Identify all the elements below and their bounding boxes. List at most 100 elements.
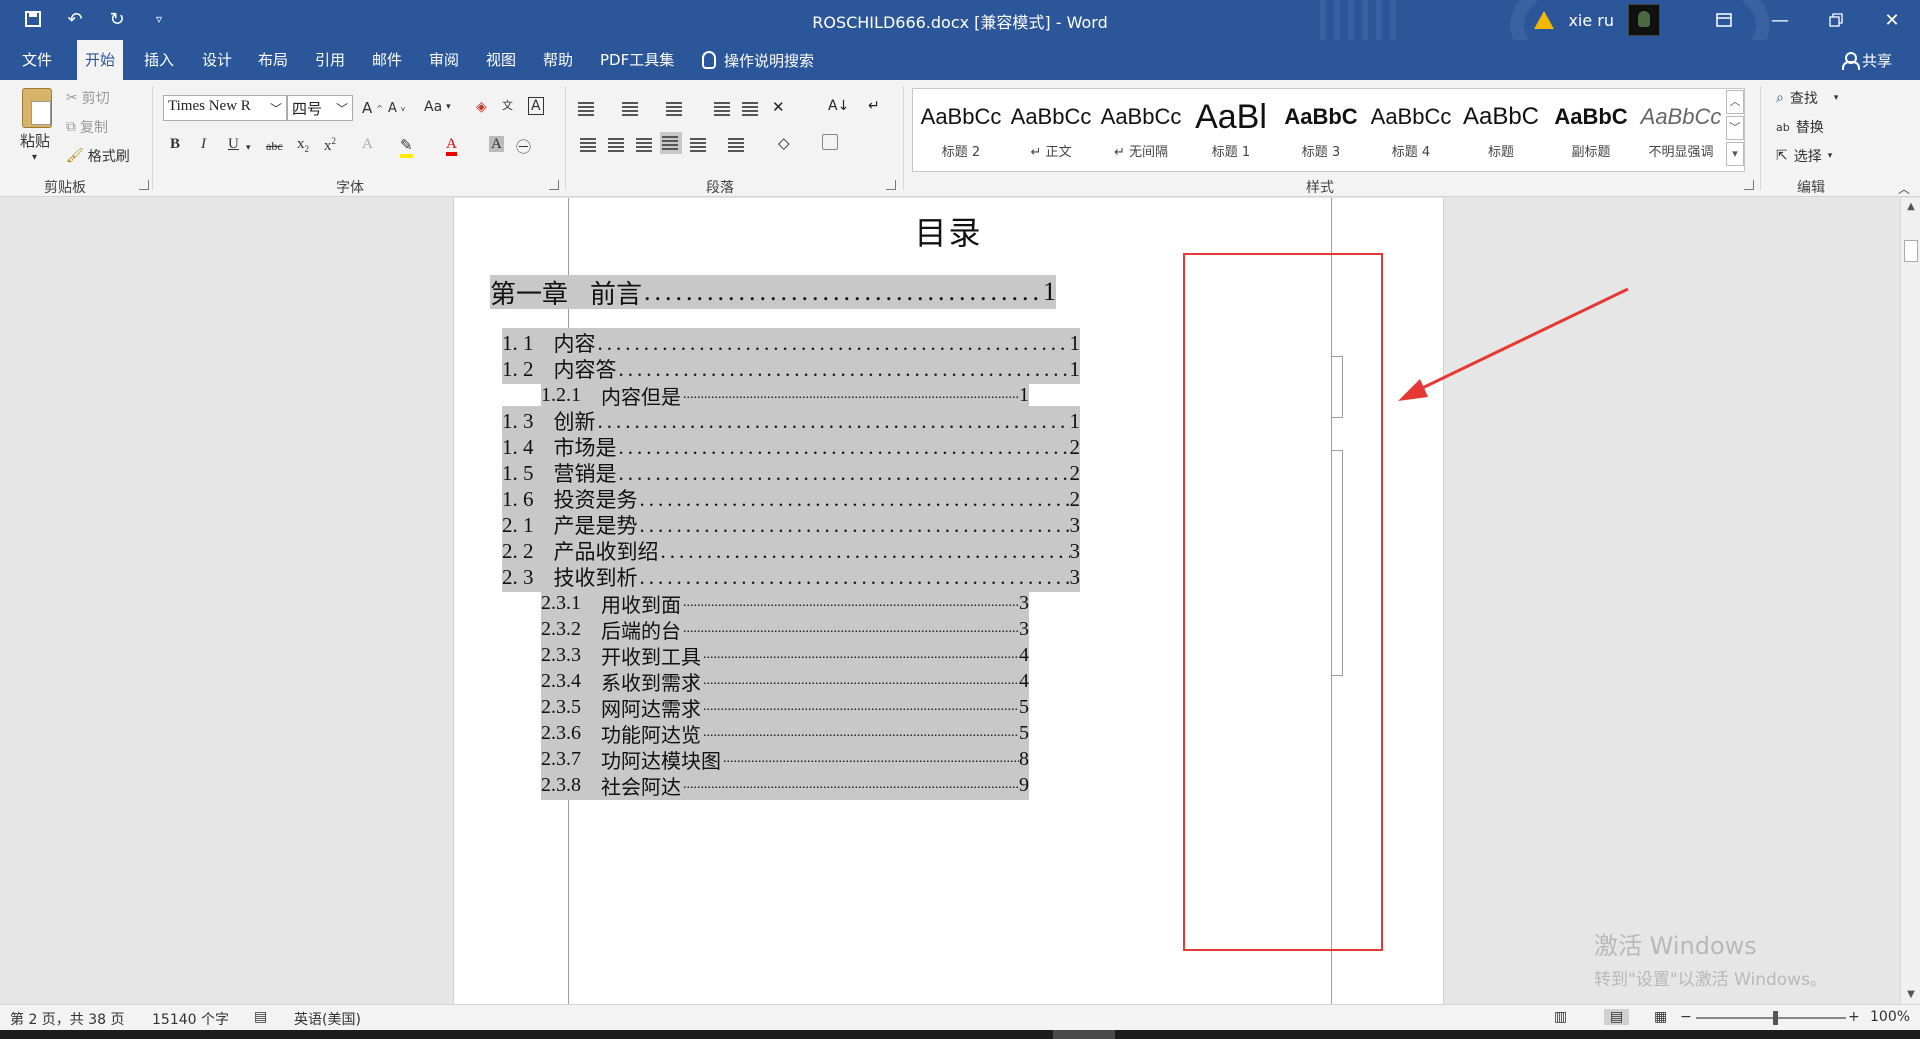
cut-button[interactable]: ✂ 剪切 [66,88,110,108]
style-normal[interactable]: AaBbCc ↵ 正文 [1007,95,1095,167]
word-count[interactable]: 15140 个字 [152,1009,229,1029]
font-name-combo[interactable]: Times New R ﹀ [163,95,287,121]
zoom-level[interactable]: 100% [1870,1009,1910,1025]
copy-button[interactable]: ⧉ 复制 [66,117,108,137]
toc-entry[interactable]: 2.3.8 社会阿达...............................… [541,770,1029,800]
shrink-font-icon[interactable]: Av [388,101,405,116]
chevron-down-icon[interactable]: ﹀ [1726,116,1744,140]
web-layout-icon[interactable]: ▦ [1654,1009,1667,1025]
numbering-icon[interactable] [620,98,642,120]
bullets-icon[interactable] [576,98,598,120]
paste-button[interactable]: 粘贴 [20,130,50,151]
font-size-combo[interactable]: 四号 ﹀ [287,95,353,121]
chinese-layout-icon[interactable]: ✕ [772,98,794,120]
text-effects-icon[interactable]: A [362,136,373,153]
tab-home[interactable]: 开始 [77,40,124,80]
avatar[interactable] [1628,4,1660,36]
multilevel-list-icon[interactable] [664,98,686,120]
shading-icon[interactable]: ◇ [778,134,800,156]
line-spacing-icon[interactable] [726,134,748,156]
scroll-down-icon[interactable]: ▼ [1901,986,1920,1004]
decrease-indent-icon[interactable] [712,98,734,120]
clear-formatting-icon[interactable]: ◈ [476,99,487,115]
underline-dropdown-icon[interactable]: ▾ [246,142,251,153]
tab-references[interactable]: 引用 [307,40,353,80]
find-button[interactable]: ⌕ 查找 ▾ [1776,88,1838,108]
tab-view[interactable]: 视图 [478,40,524,80]
phonetic-guide-icon[interactable]: 文 [502,97,513,113]
style-heading-1[interactable]: AaBl 标题 1 [1187,95,1275,167]
share-button[interactable]: 共享 [1841,40,1892,80]
chevron-down-icon[interactable]: ﹀ [270,100,282,117]
chevron-down-icon[interactable]: ﹀ [336,100,348,117]
sort-icon[interactable]: A↓ [828,98,850,120]
zoom-out-icon[interactable]: − [1680,1009,1692,1025]
underline-button[interactable]: U [228,136,239,153]
zoom-in-icon[interactable]: + [1848,1009,1860,1025]
grow-font-icon[interactable]: A ^ [362,99,383,117]
tell-me-search[interactable]: 操作说明搜索 [702,40,814,80]
distributed-icon[interactable] [688,134,710,156]
warning-icon[interactable] [1534,11,1555,29]
strikethrough-button[interactable]: abc [266,139,283,154]
print-layout-icon[interactable]: ▤ [1604,1009,1630,1025]
scroll-up-icon[interactable]: ▲ [1901,198,1920,216]
tab-layout[interactable]: 布局 [250,40,296,80]
zoom-slider[interactable] [1696,1017,1846,1019]
styles-launcher-icon[interactable] [1744,180,1754,190]
user-name[interactable]: xie ru [1568,11,1614,30]
expand-gallery-icon[interactable]: ▾ [1726,142,1744,166]
character-shading-icon[interactable]: A [489,136,504,153]
style-subtle-emphasis[interactable]: AaBbCc 不明显强调 [1637,95,1725,167]
style-subtitle[interactable]: AaBbC 副标题 [1547,95,1635,167]
enclose-characters-icon[interactable]: ㊀ [516,136,531,157]
account-area[interactable]: xie ru [1534,4,1660,36]
justify-icon[interactable] [660,132,682,154]
style-heading-4[interactable]: AaBbCc 标题 4 [1367,95,1455,167]
chevron-up-icon[interactable]: ︿ [1726,90,1744,114]
tab-mailings[interactable]: 邮件 [364,40,410,80]
format-painter-button[interactable]: 🖌 格式刷 [66,146,130,166]
clipboard-launcher-icon[interactable] [139,180,149,190]
select-button[interactable]: ⇱ 选择 ▾ [1776,146,1832,166]
tab-pdf-tools[interactable]: PDF工具集 [592,40,682,80]
bold-button[interactable]: B [170,136,180,153]
style-heading-2[interactable]: AaBbCc 标题 2 [917,95,1005,167]
change-case-button[interactable]: Aa ▾ [424,99,451,115]
tab-review[interactable]: 审阅 [421,40,467,80]
superscript-button[interactable]: x2 [324,136,336,155]
zoom-slider-knob[interactable] [1773,1011,1778,1025]
align-right-icon[interactable] [634,134,656,156]
borders-icon[interactable] [822,134,844,156]
proofing-icon[interactable]: ▤ [254,1009,267,1025]
align-left-icon[interactable] [578,134,600,156]
paragraph-launcher-icon[interactable] [886,180,896,190]
vertical-scrollbar[interactable]: ▲ ▼ [1900,198,1920,1004]
ribbon-display-options-icon[interactable] [1696,0,1752,40]
font-launcher-icon[interactable] [549,180,559,190]
tab-design[interactable]: 设计 [194,40,240,80]
minimize-icon[interactable]: — [1752,0,1808,40]
toc-entry[interactable]: 第一章 前言...................................… [490,275,1056,309]
style-no-spacing[interactable]: AaBbCc ↵ 无间隔 [1097,95,1185,167]
highlight-icon[interactable]: ✎ [400,136,413,158]
show-marks-icon[interactable]: ↵ [868,98,890,120]
language[interactable]: 英语(美国) [294,1009,361,1029]
tab-file[interactable]: 文件 [14,40,60,80]
read-mode-icon[interactable]: ▥ [1554,1009,1567,1025]
restore-icon[interactable] [1808,0,1864,40]
increase-indent-icon[interactable] [740,98,762,120]
paste-icon[interactable] [22,88,52,128]
scroll-thumb[interactable] [1904,240,1918,262]
close-icon[interactable]: ✕ [1864,0,1920,40]
tab-help[interactable]: 帮助 [535,40,581,80]
subscript-button[interactable]: x2 [297,136,309,154]
collapse-ribbon-icon[interactable]: ︿ [1898,180,1910,197]
style-title[interactable]: AaBbC 标题 [1457,95,1545,167]
replace-button[interactable]: ab 替换 [1776,117,1824,137]
character-border-icon[interactable]: A [528,97,544,115]
page-count[interactable]: 第 2 页，共 38 页 [10,1009,125,1029]
italic-button[interactable]: I [201,136,206,153]
font-color-icon[interactable]: A [446,136,457,156]
style-heading-3[interactable]: AaBbC 标题 3 [1277,95,1365,167]
